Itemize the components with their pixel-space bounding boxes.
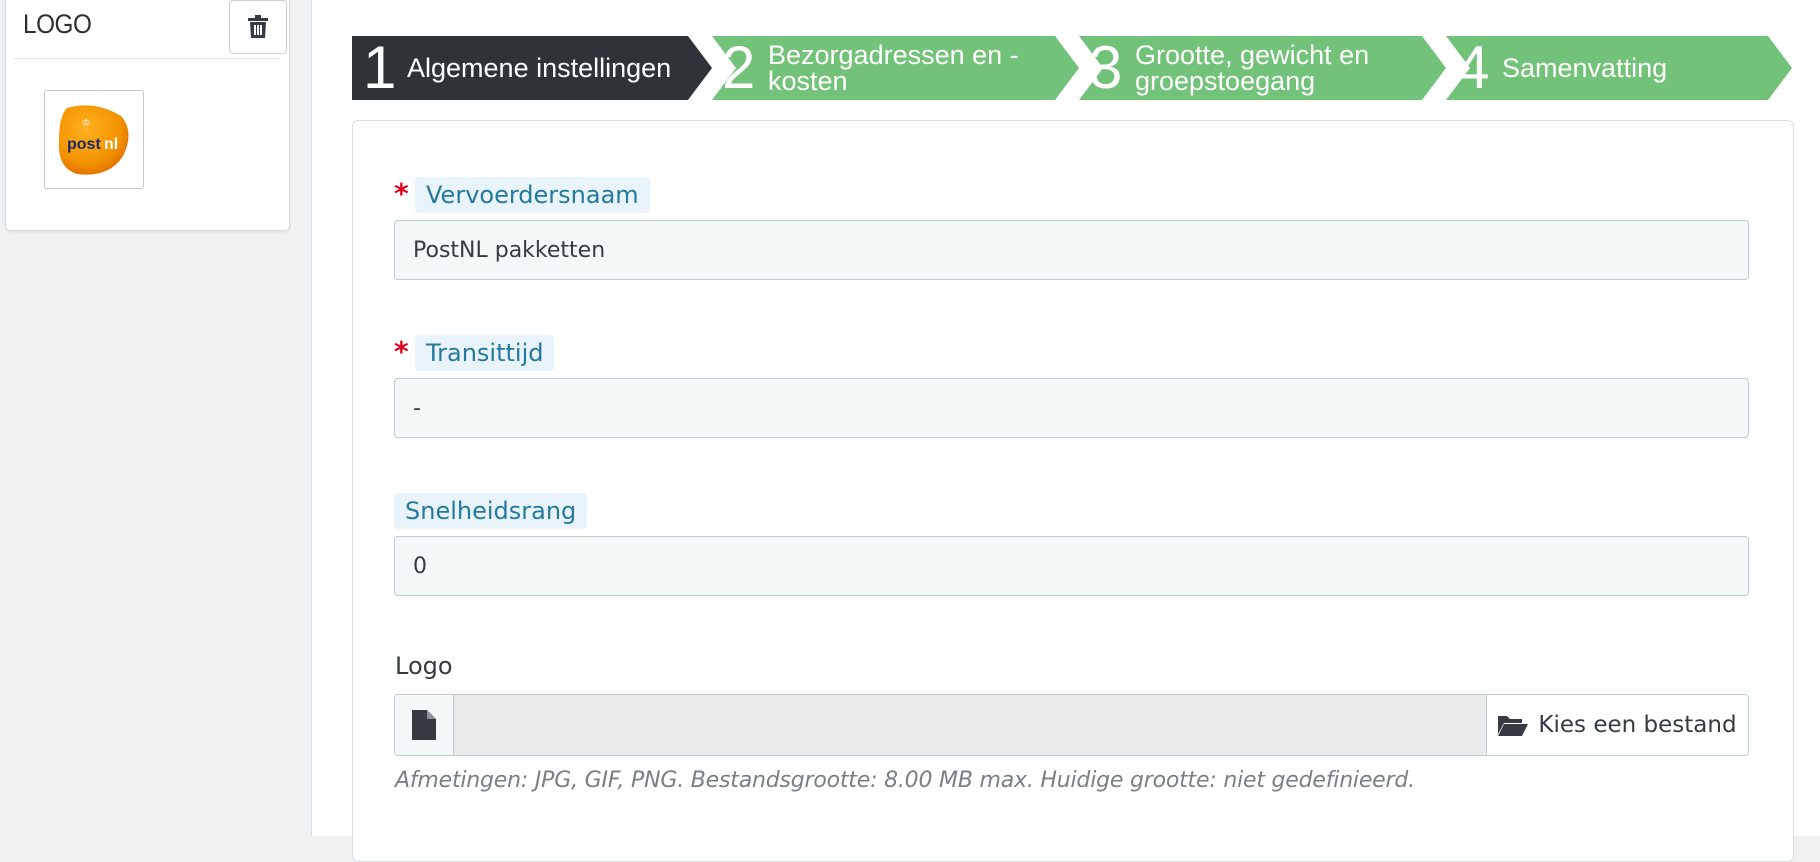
required-marker: * [394,177,409,210]
logo-thumbnail: ♔ post nl [44,90,144,189]
file-icon-addon [395,695,454,755]
carrier-name-input[interactable] [394,220,1749,280]
svg-text:♔: ♔ [82,118,91,129]
choose-file-label: Kies een bestand [1538,712,1737,738]
step-number: 3 [1089,34,1123,101]
postnl-logo-image: ♔ post nl [58,104,129,175]
required-marker: * [394,335,409,368]
step-label-line2: kosten [768,66,848,96]
speed-grade-label: Snelheidsrang [394,493,588,529]
wizard-step-2[interactable]: 2 Bezorgadressen en - kosten [712,36,1079,100]
file-name-field[interactable] [454,695,1485,755]
choose-file-button[interactable]: Kies een bestand [1486,695,1748,755]
wizard-step-1[interactable]: 1 Algemene instellingen [352,36,712,100]
logo-panel: LOGO ♔ post nl [5,0,290,231]
folder-open-icon [1498,716,1529,736]
logo-file-input-group: Kies een bestand [394,694,1749,756]
step-label-line1: Bezorgadressen en - [768,40,1019,70]
speed-grade-input[interactable] [394,536,1749,596]
transit-time-input[interactable] [394,378,1749,438]
wizard-steps: 1 Algemene instellingen 2 Bezorgadressen… [352,36,1792,100]
step-number: 1 [363,34,397,101]
svg-text:nl: nl [104,136,118,153]
logo-panel-divider [14,58,281,59]
step-label: Algemene instellingen [407,53,672,83]
step-number: 4 [1456,34,1490,101]
wizard-step-3[interactable]: 3 Grootte, gewicht en groepstoegang [1079,36,1446,100]
logo-help-text: Afmetingen: JPG, GIF, PNG. Bestandsgroot… [395,768,1415,793]
logo-panel-title: LOGO [23,9,92,39]
transit-time-label: Transittijd [415,335,555,371]
trash-icon [248,15,268,38]
file-icon [412,710,436,740]
step-label-line2: groepstoegang [1135,66,1316,96]
wizard-step-4[interactable]: 4 Samenvatting [1446,36,1792,100]
step-label: Samenvatting [1502,53,1668,83]
step-label-line1: Grootte, gewicht en [1135,40,1370,70]
postnl-logo-text: post [67,136,101,153]
logo-upload-label: Logo [395,652,453,680]
carrier-name-label: Vervoerdersnaam [415,177,650,213]
delete-logo-button[interactable] [229,0,287,54]
step-number: 2 [722,34,756,101]
